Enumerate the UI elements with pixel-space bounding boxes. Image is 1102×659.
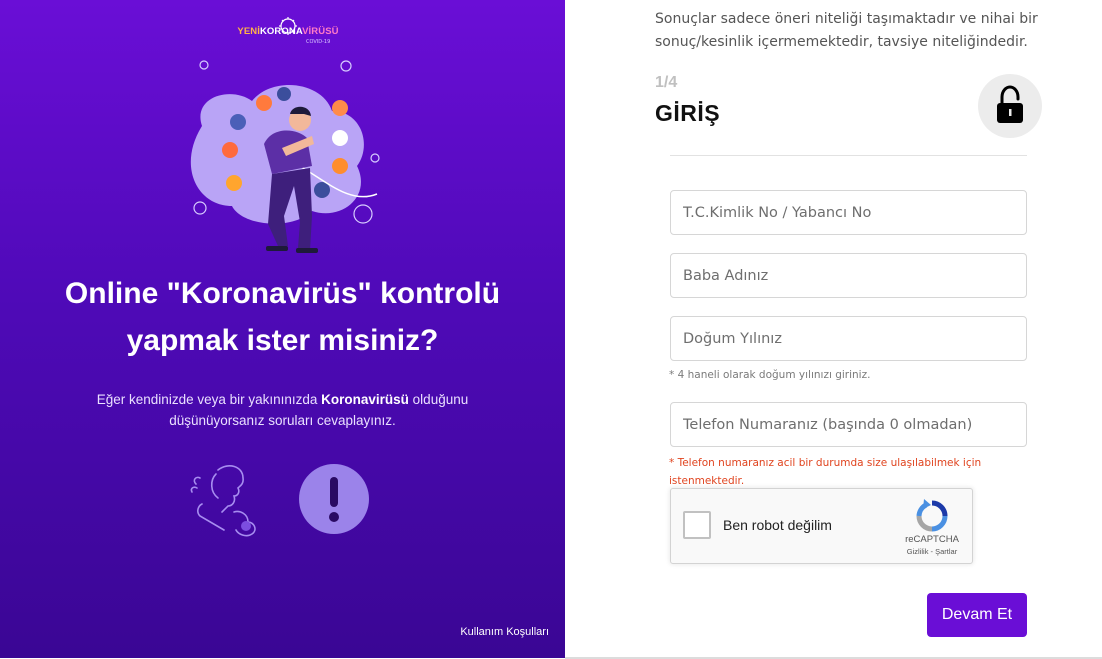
alert-icon [299,464,369,534]
recaptcha-label: Ben robot değilim [723,517,832,533]
birth-year-hint: * 4 haneli olarak doğum yılınızı giriniz… [669,369,871,381]
logo-text-korona: KORONA [259,26,303,37]
recaptcha-logo-icon [916,499,948,532]
page-headline: Online "Koronavirüs" kontrolü yapmak ist… [0,270,565,364]
headline-line-1: Online "Koronavirüs" kontrolü [64,277,501,310]
coughing-person-icon [190,465,256,537]
lock-icon [978,74,1042,138]
continue-button[interactable]: Devam Et [927,593,1027,637]
birth-year-input[interactable] [670,316,1027,361]
headline-line-2: yapmak ister misiniz? [126,324,439,357]
father-name-input[interactable] [670,253,1027,298]
logo-subtitle: COVID-19 [306,39,331,45]
recaptcha-privacy-terms-links[interactable]: Gizlilik - Şartlar [893,547,971,556]
recaptcha-brand: reCAPTCHA [905,534,959,545]
intro-text-start: Eğer kendinizde veya bir yakınınızda [96,392,322,407]
recaptcha-widget: Ben robot değilim reCAPTCHA Gizlilik - Ş… [670,488,973,564]
form-title: GİRİŞ [655,100,721,126]
coughing-man-illustration [190,60,380,253]
intro-text-bold: Koronavirüsü [321,392,409,407]
disclaimer-text: Sonuçlar sadece öneri niteliği taşımakta… [655,11,1038,50]
tc-id-input[interactable] [670,190,1027,235]
terms-of-use-link[interactable]: Kullanım Koşulları [460,626,549,638]
header-divider [670,155,1027,156]
intro-text: Eğer kendinizde veya bir yakınınızda Kor… [60,389,505,431]
logo-text-virusu: VİRÜSÜ [302,26,339,37]
logo-text-yeni: YENİ [237,26,260,37]
phone-input[interactable] [670,402,1027,447]
logo-wordmark: YENİKORONAVİRÜSÜ [232,26,344,37]
phone-hint: * Telefon numaranız acil bir durumda siz… [669,457,982,487]
left-panel: YENİKORONAVİRÜSÜ COVID-19 Online "Korona… [0,0,565,658]
brand-logo: YENİKORONAVİRÜSÜ COVID-19 [232,16,344,50]
recaptcha-checkbox[interactable] [683,511,711,539]
step-indicator: 1/4 [655,74,678,91]
